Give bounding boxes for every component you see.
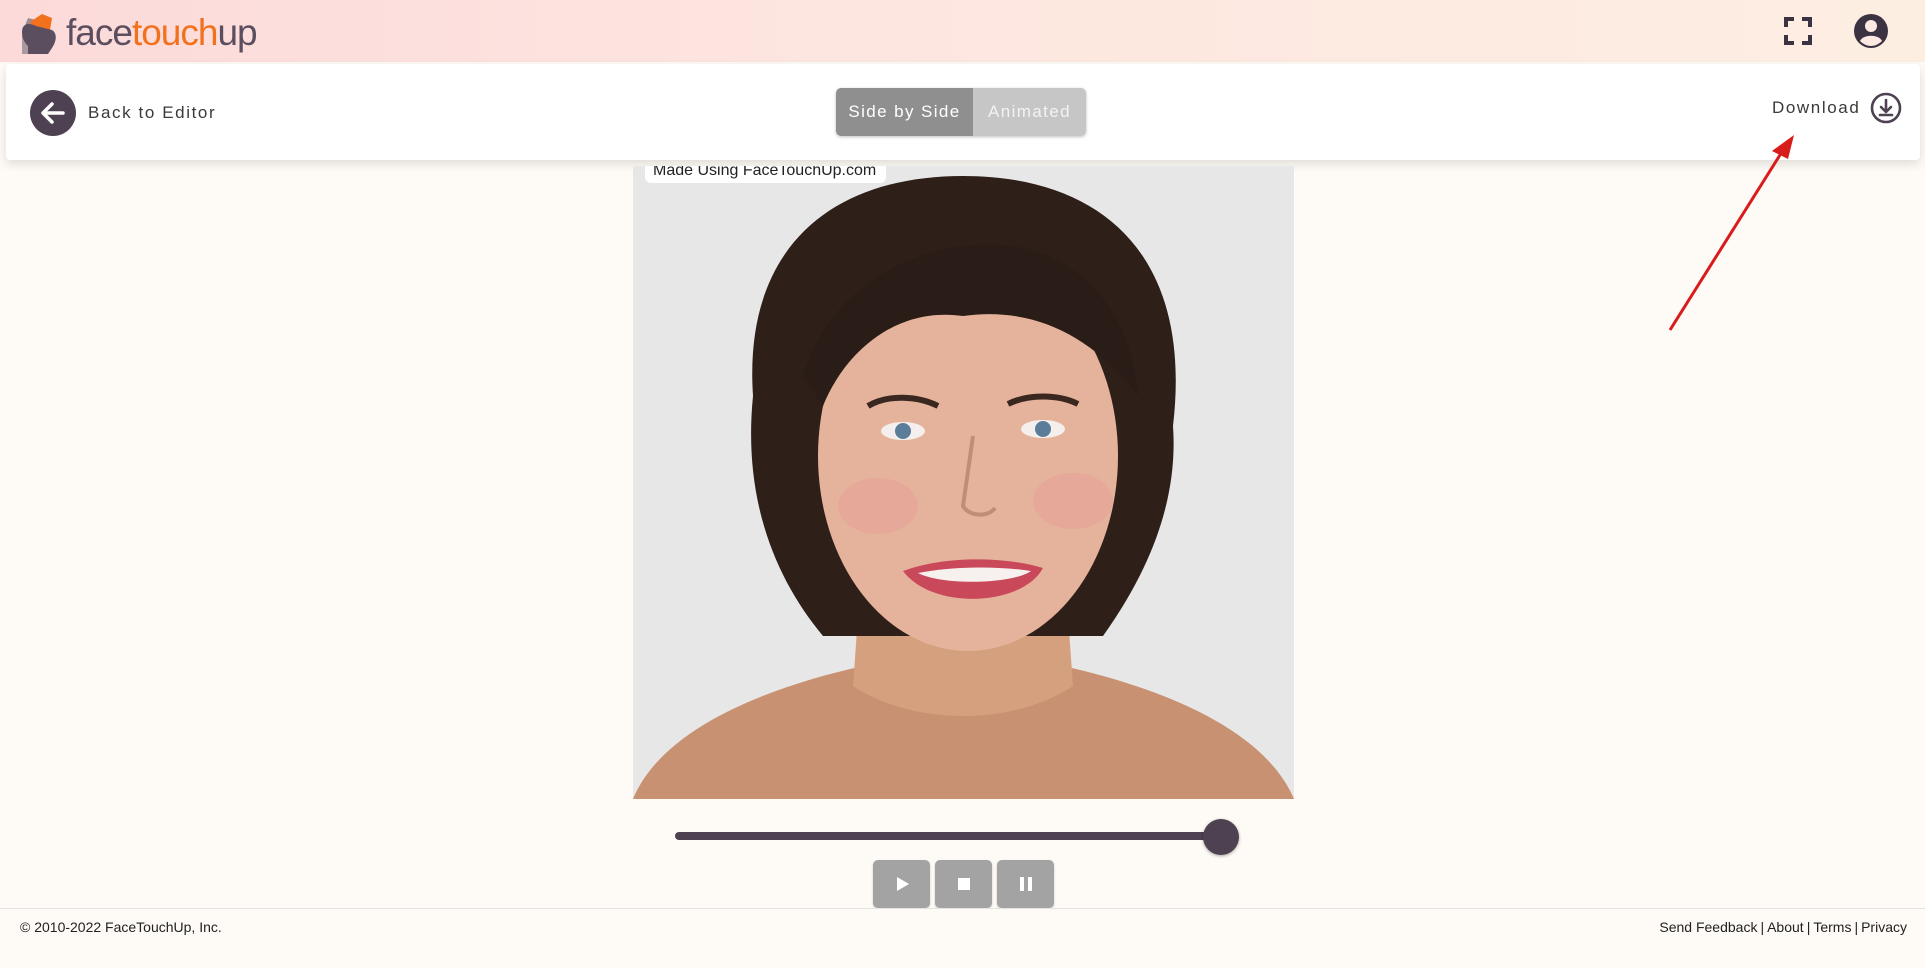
download-icon [1871, 92, 1902, 124]
account-icon[interactable] [1852, 12, 1890, 50]
logo-head-icon [22, 14, 56, 54]
footer-separator: | [1854, 919, 1859, 935]
facetouchup-logo[interactable]: facetouchup [18, 8, 258, 56]
back-to-editor-button[interactable]: Back to Editor [30, 90, 216, 136]
pause-button[interactable] [997, 860, 1054, 908]
animation-slider[interactable] [675, 819, 1243, 855]
stop-icon [957, 878, 970, 890]
preview-photo: Made Using FaceTouchUp.com [633, 166, 1294, 799]
privacy-link[interactable]: Privacy [1861, 919, 1907, 935]
back-to-editor-label: Back to Editor [88, 103, 217, 122]
editor-toolbar: Back to Editor Side by Side Animated Dow… [6, 64, 1920, 160]
copyright-text: © 2010-2022 FaceTouchUp, Inc. [20, 919, 222, 935]
portrait-image [633, 166, 1294, 799]
top-header: facetouchup [0, 0, 1925, 62]
annotation-arrow [1668, 135, 1794, 331]
view-mode-toggle: Side by Side Animated [836, 88, 1086, 136]
download-label: Download [1772, 98, 1861, 117]
play-button[interactable] [873, 860, 930, 908]
logo-text: facetouchup [66, 11, 258, 53]
watermark-label: Made Using FaceTouchUp.com [645, 166, 887, 183]
page-footer: © 2010-2022 FaceTouchUp, Inc. Send Feedb… [0, 908, 1925, 947]
footer-separator: | [1806, 919, 1811, 935]
play-icon [896, 877, 909, 891]
terms-link[interactable]: Terms [1813, 919, 1851, 935]
footer-links: Send Feedback | About | Terms | Privacy [1659, 919, 1907, 935]
footer-separator: | [1760, 919, 1765, 935]
stop-button[interactable] [935, 860, 992, 908]
download-button[interactable]: Download [1772, 92, 1902, 124]
pause-icon [1019, 877, 1032, 891]
slider-track [675, 832, 1227, 840]
slider-thumb[interactable] [1203, 819, 1239, 855]
send-feedback-link[interactable]: Send Feedback [1659, 919, 1757, 935]
fullscreen-icon[interactable] [1779, 12, 1817, 50]
about-link[interactable]: About [1767, 919, 1804, 935]
animated-button[interactable]: Animated [973, 88, 1086, 136]
side-by-side-button[interactable]: Side by Side [836, 88, 973, 136]
arrow-left-icon [30, 90, 76, 136]
